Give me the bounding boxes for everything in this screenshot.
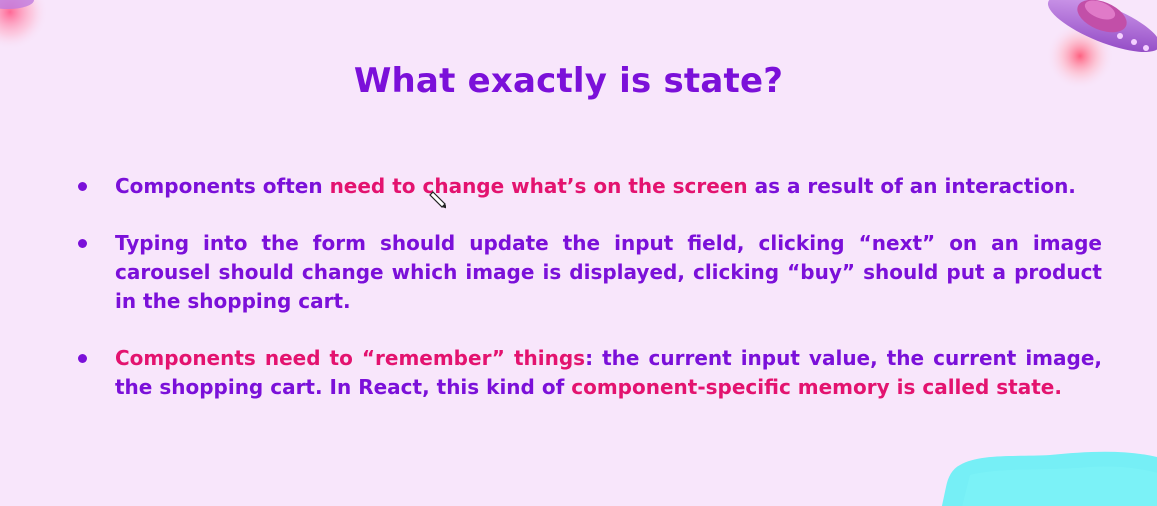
bullet-item: Components often need to change what’s o… bbox=[72, 172, 1102, 201]
bullet-text-highlight: Components need to “remember” things bbox=[115, 346, 586, 370]
bullet-dot-icon bbox=[78, 354, 87, 363]
bullet-dot-icon bbox=[78, 239, 87, 248]
bullet-text-segment: Typing into the form should update the i… bbox=[115, 231, 1102, 313]
bullet-text-segment: Components often bbox=[115, 174, 330, 198]
slide: What exactly is state? Components often … bbox=[0, 0, 1157, 506]
bullet-text-highlight: component-specific memory is called stat… bbox=[571, 375, 1062, 399]
bullet-dot-icon bbox=[78, 182, 87, 191]
bullet-text-segment: as a result of an interaction. bbox=[747, 174, 1076, 198]
bullet-item: Components need to “remember” things: th… bbox=[72, 344, 1102, 402]
planet-glow-icon bbox=[0, 0, 48, 50]
cyan-paint-blob bbox=[941, 451, 1157, 506]
slide-title: What exactly is state? bbox=[353, 60, 784, 101]
pen-cursor-icon bbox=[429, 191, 446, 209]
bullet-item: Typing into the form should update the i… bbox=[72, 229, 1102, 316]
bullet-text-highlight: need to change what’s on the screen bbox=[329, 174, 748, 198]
bullet-list: Components often need to change what’s o… bbox=[72, 172, 1102, 430]
